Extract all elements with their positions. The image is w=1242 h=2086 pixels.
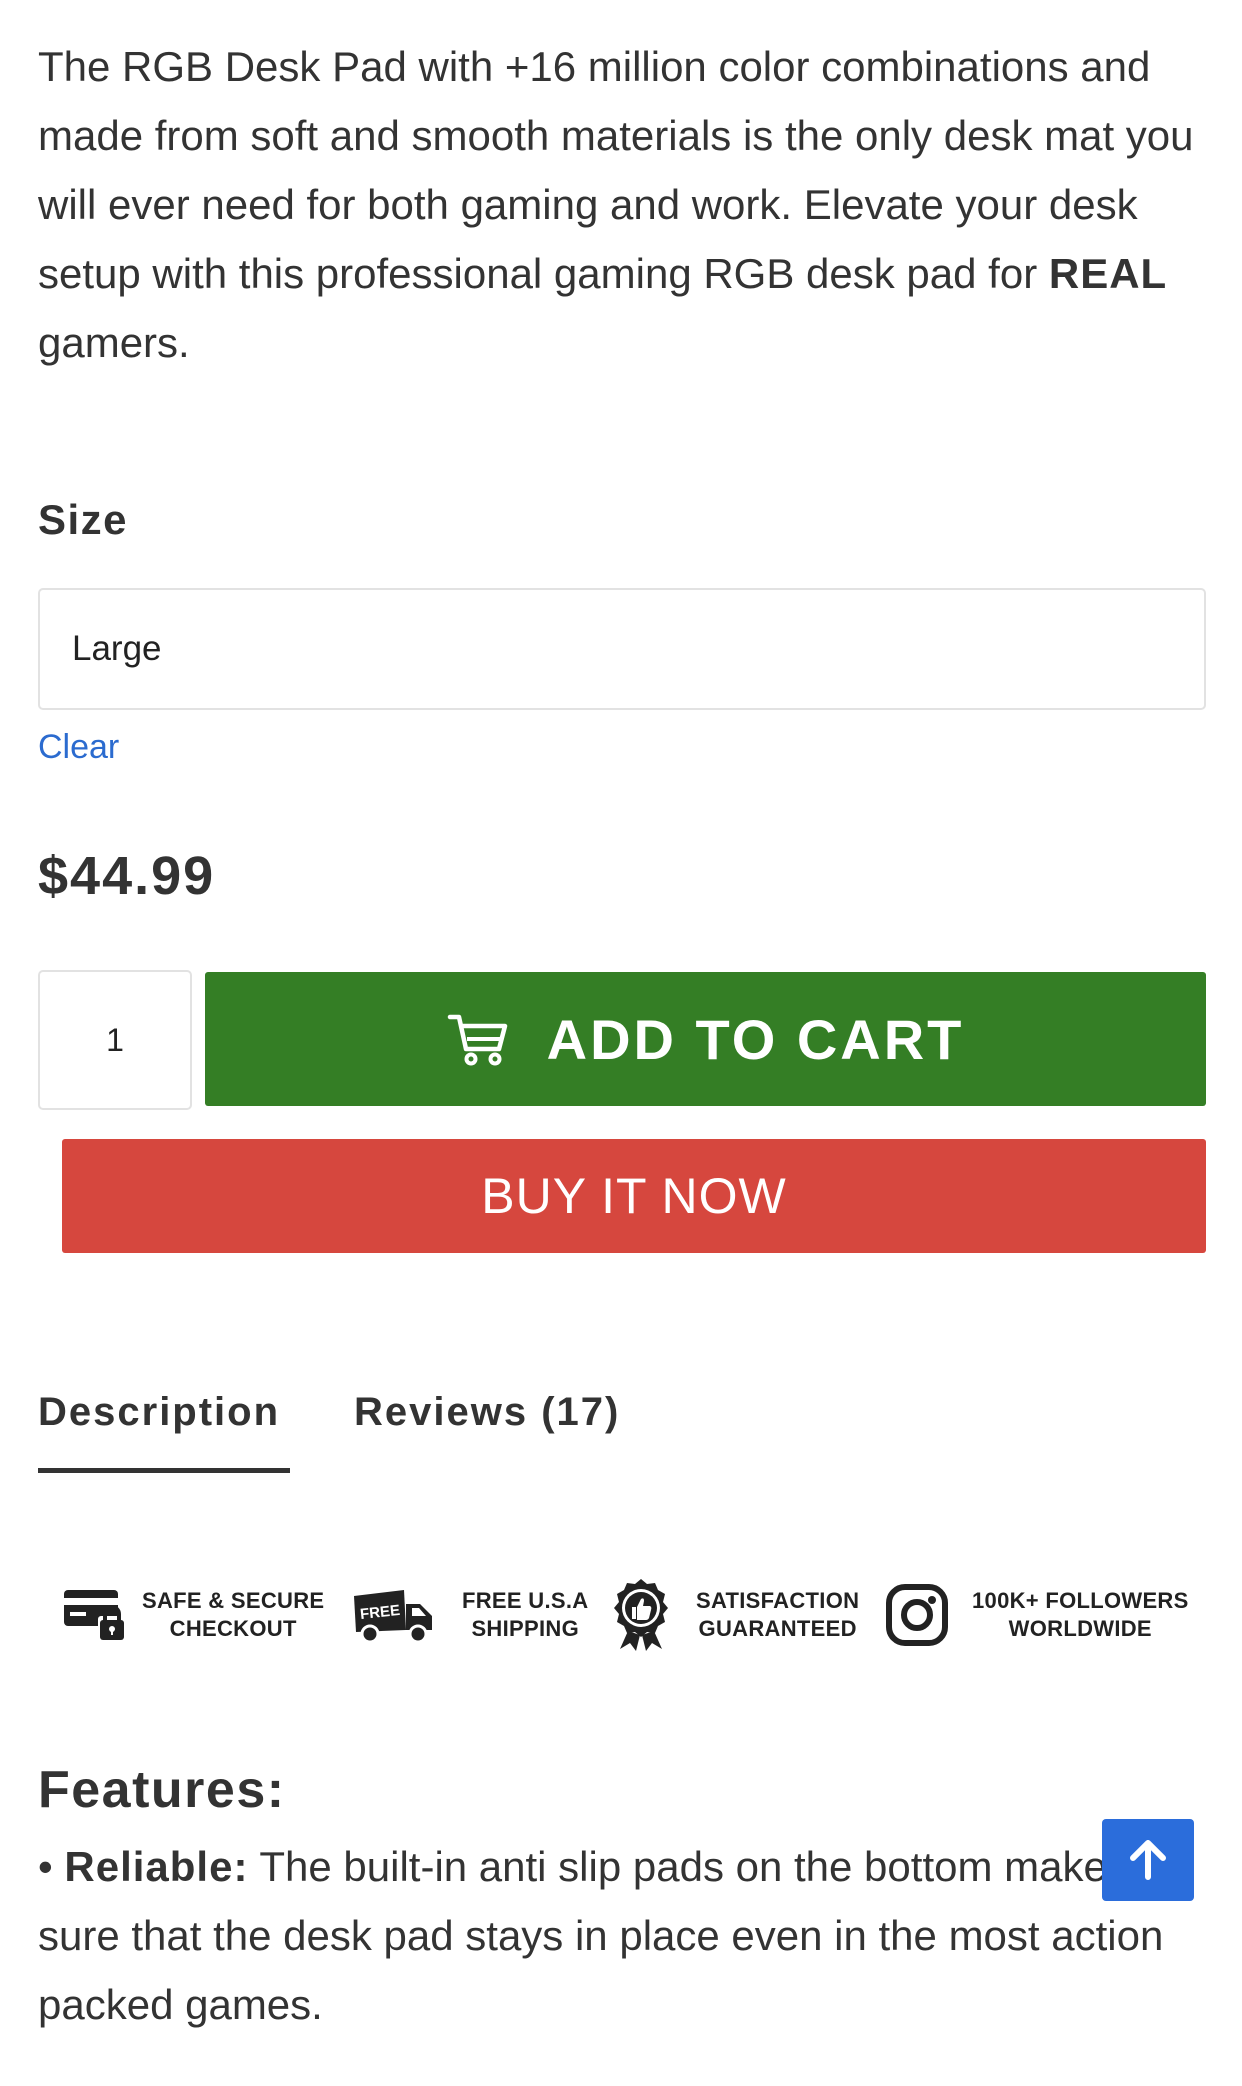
badge-satisfaction-line1: SATISFACTION [696,1588,860,1613]
product-short-description: The RGB Desk Pad with +16 million color … [38,32,1208,377]
product-page: The RGB Desk Pad with +16 million color … [0,0,1242,2086]
buy-it-now-button[interactable]: BUY IT NOW [62,1139,1206,1253]
size-select[interactable]: Large [38,588,1206,710]
badge-secure-checkout: SAFE & SECURE CHECKOUT [62,1570,324,1660]
feature-title: Reliable: [64,1843,249,1890]
quantity-value: 1 [106,1021,124,1058]
scroll-to-top-button[interactable] [1102,1819,1194,1901]
badge-shipping-text: FREE U.S.A SHIPPING [462,1587,588,1643]
badge-followers-text: 100K+ FOLLOWERS WORLDWIDE [972,1587,1189,1643]
buy-it-now-label: BUY IT NOW [481,1168,787,1224]
trust-badges: SAFE & SECURE CHECKOUT FREE FREE U.S.A S… [62,1570,1202,1660]
intro-text-end: gamers. [38,319,190,366]
free-shipping-truck-icon: FREE [354,1590,432,1644]
badge-followers-line1: 100K+ FOLLOWERS [972,1588,1189,1613]
thumbs-up-badge-icon [614,1579,668,1651]
badge-satisfaction-line2: GUARANTEED [698,1616,857,1641]
clear-selection-link[interactable]: Clear [38,728,119,767]
badge-free-shipping: FREE FREE U.S.A SHIPPING [352,1570,588,1660]
feature-item-reliable: • Reliable: The built-in anti slip pads … [38,1832,1198,2039]
badge-secure-text: SAFE & SECURE CHECKOUT [142,1587,324,1643]
badge-shipping-line2: SHIPPING [471,1616,579,1641]
quantity-input[interactable]: 1 [38,970,192,1110]
badge-secure-line1: SAFE & SECURE [142,1588,325,1613]
secure-card-icon [64,1590,126,1642]
size-select-value: Large [72,629,162,668]
badge-satisfaction-text: SATISFACTION GUARANTEED [696,1587,859,1643]
tab-description[interactable]: Description [38,1390,280,1435]
size-label: Size [38,496,129,543]
badge-satisfaction: SATISFACTION GUARANTEED [610,1570,859,1660]
intro-emphasis: REAL [1048,250,1168,297]
badge-shipping-line1: FREE U.S.A [462,1588,589,1613]
badge-followers: 100K+ FOLLOWERS WORLDWIDE [884,1570,1189,1660]
product-price: $44.99 [38,846,216,906]
add-to-cart-label: ADD TO CART [546,1007,965,1071]
add-to-cart-button[interactable]: ADD TO CART [205,972,1206,1106]
badge-secure-line2: CHECKOUT [169,1616,297,1641]
tab-reviews[interactable]: Reviews (17) [354,1390,620,1435]
cart-icon [447,1014,507,1066]
arrow-up-icon [1130,1840,1166,1880]
badge-followers-line2: WORLDWIDE [1008,1616,1152,1641]
active-tab-indicator [38,1468,290,1473]
features-heading: Features: [38,1761,286,1819]
intro-text: The RGB Desk Pad with +16 million color … [38,43,1194,297]
feature-bullet: • [38,1843,53,1890]
instagram-icon [886,1584,948,1646]
